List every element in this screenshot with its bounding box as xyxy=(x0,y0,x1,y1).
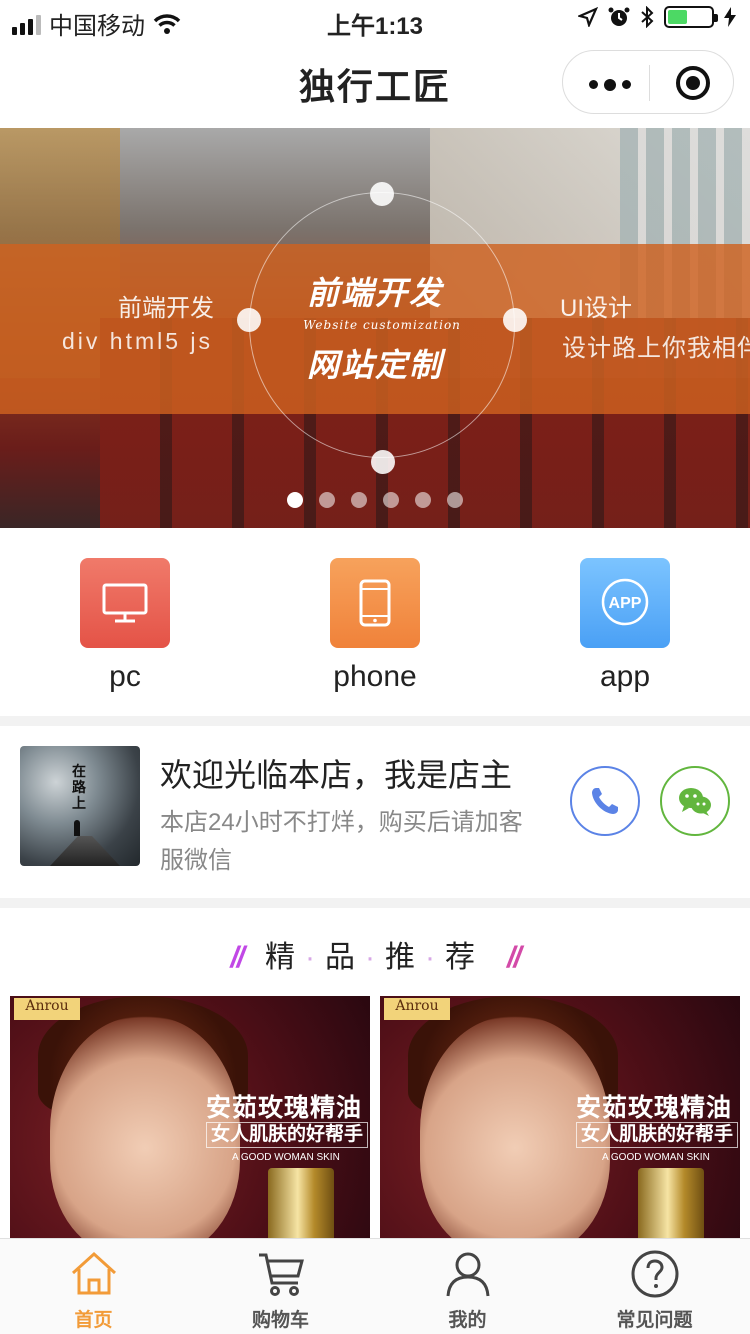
recommend-heading: //精·品·推·荐// xyxy=(230,941,522,974)
alarm-icon xyxy=(608,7,630,26)
carousel-indicator[interactable] xyxy=(287,492,463,508)
phone-icon xyxy=(330,558,420,648)
product-title: 安茹玫瑰精油 xyxy=(206,1094,363,1122)
product-tagline: A GOOD WOMAN SKIN xyxy=(232,1152,340,1163)
carousel-dot[interactable] xyxy=(319,492,335,508)
carousel-dot[interactable] xyxy=(287,492,303,508)
carousel-dot[interactable] xyxy=(383,492,399,508)
product-card[interactable]: Anrou 安茹玫瑰精油 女人肌肤的好帮手 A GOOD WOMAN SKIN xyxy=(10,996,370,1238)
owner-description: 本店24小时不打烊，购买后请加客服微信 xyxy=(160,809,523,874)
wechat-icon xyxy=(679,788,711,816)
location-icon xyxy=(578,7,598,27)
product-subtitle: 女人肌肤的好帮手 xyxy=(576,1122,739,1148)
wechat-button[interactable] xyxy=(660,766,730,836)
brand-logo: Anrou xyxy=(14,998,80,1020)
tab-profile[interactable]: 我的 xyxy=(374,1249,561,1332)
question-icon xyxy=(631,1250,678,1298)
ring-dot xyxy=(370,182,394,206)
banner-carousel[interactable]: 前端开发 div html5 js 前端开发 Website customiza… xyxy=(0,128,750,528)
close-icon[interactable] xyxy=(676,66,710,100)
slash-decoration: // xyxy=(507,941,522,974)
app-icon: APP xyxy=(580,558,670,648)
user-icon xyxy=(446,1252,489,1297)
bluetooth-icon xyxy=(641,6,654,28)
banner-right-sub: 设计路上你我相伴 xyxy=(562,335,750,362)
carousel-dot[interactable] xyxy=(415,492,431,508)
ring-dot xyxy=(371,450,395,474)
tab-home[interactable]: 首页 xyxy=(0,1249,187,1332)
tab-label: 常见问题 xyxy=(616,1310,693,1331)
tab-bar: 首页 购物车 我的 常见问题 xyxy=(0,1238,750,1334)
category-pc[interactable]: pc xyxy=(45,558,205,694)
slash-decoration: // xyxy=(230,941,245,974)
nav-bar: 独行工匠 xyxy=(0,40,750,128)
category-label: pc xyxy=(109,660,141,693)
banner-right-title: UI设计 xyxy=(560,295,632,322)
tab-label: 首页 xyxy=(74,1310,113,1331)
charging-icon xyxy=(724,7,736,27)
miniprogram-capsule xyxy=(562,50,734,114)
banner-center-title: 前端开发 xyxy=(306,274,443,312)
product-tagline: A GOOD WOMAN SKIN xyxy=(602,1152,710,1163)
battery-icon xyxy=(664,6,718,28)
more-icon[interactable] xyxy=(589,79,631,91)
carousel-dot[interactable] xyxy=(351,492,367,508)
avatar: 在路上 xyxy=(20,746,140,866)
product-bottle xyxy=(638,1168,704,1238)
status-bar: 中国移动 上午1:13 xyxy=(0,0,750,40)
carousel-dot[interactable] xyxy=(447,492,463,508)
avatar-text: 在路上 xyxy=(72,764,86,812)
category-app[interactable]: APP app xyxy=(545,558,705,694)
category-label: app xyxy=(599,660,651,693)
status-right xyxy=(578,6,736,28)
call-button[interactable] xyxy=(570,766,640,836)
tab-label: 购物车 xyxy=(251,1310,309,1331)
cart-icon xyxy=(258,1253,304,1296)
owner-title: 欢迎光临本店，我是店主 xyxy=(160,757,513,793)
shop-owner-card: 在路上 欢迎光临本店，我是店主 本店24小时不打烊，购买后请加客服微信 xyxy=(0,726,750,898)
tab-label: 我的 xyxy=(448,1310,487,1331)
monitor-icon xyxy=(80,558,170,648)
product-title: 安茹玫瑰精油 xyxy=(576,1094,733,1122)
capsule-divider xyxy=(649,65,650,101)
category-label: phone xyxy=(333,660,417,693)
category-row: pc phone APP app xyxy=(0,528,750,716)
app-badge: APP xyxy=(609,595,642,612)
brand-logo: Anrou xyxy=(384,998,450,1020)
product-bottle xyxy=(268,1168,334,1238)
category-phone[interactable]: phone xyxy=(295,558,455,694)
product-card[interactable]: Anrou 安茹玫瑰精油 女人肌肤的好帮手 A GOOD WOMAN SKIN xyxy=(380,996,740,1238)
tab-cart[interactable]: 购物车 xyxy=(187,1249,374,1332)
phone-call-icon xyxy=(592,788,618,814)
home-icon xyxy=(71,1251,116,1295)
product-subtitle: 女人肌肤的好帮手 xyxy=(206,1122,369,1148)
recommend-section: //精·品·推·荐// Anrou 安茹玫瑰精油 女人肌肤的好帮手 A GOOD… xyxy=(0,908,750,1238)
tab-faq[interactable]: 常见问题 xyxy=(561,1249,748,1332)
